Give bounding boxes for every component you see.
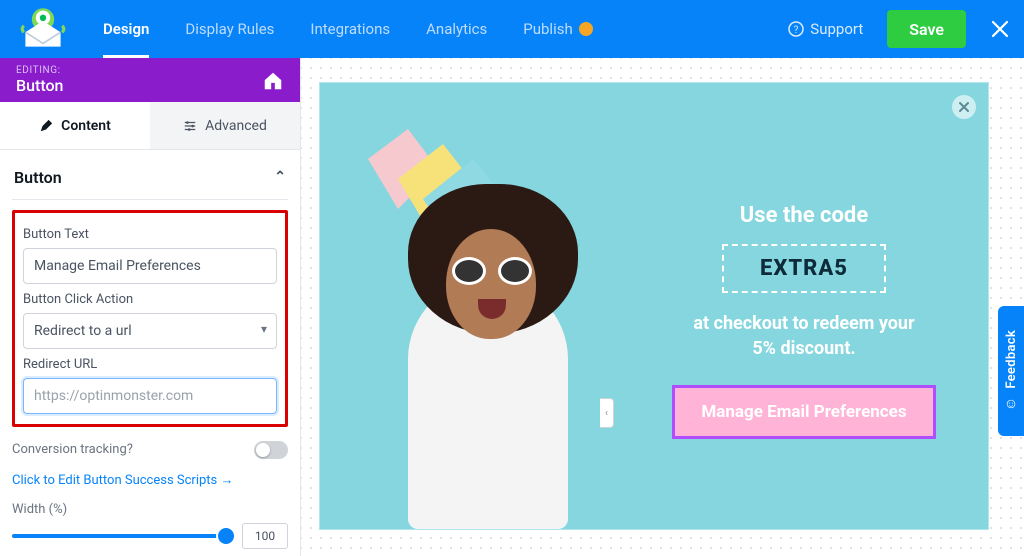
editing-title: Button (16, 76, 63, 95)
side-body: Button ⌃ Button Text Button Click Action… (0, 150, 300, 556)
close-icon (958, 101, 970, 113)
home-button[interactable] (262, 70, 284, 92)
conversion-tracking-row: Conversion tracking? (12, 441, 288, 459)
brand-logo[interactable] (0, 0, 85, 58)
width-slider[interactable] (12, 534, 232, 538)
width-slider-row (12, 523, 288, 549)
coupon-code-box[interactable]: EXTRA5 (722, 244, 886, 293)
sliders-icon (183, 119, 197, 133)
tab-design[interactable]: Design (85, 0, 167, 58)
help-circle-icon: ? (788, 21, 804, 37)
editing-small-label: EDITING: (16, 65, 63, 76)
section-button-header[interactable]: Button ⌃ (12, 164, 288, 200)
section-title-text: Button (14, 168, 62, 187)
click-action-label: Button Click Action (23, 292, 277, 307)
svg-text:?: ? (794, 25, 799, 36)
feedback-label: Feedback (1004, 330, 1019, 389)
feedback-tab[interactable]: Feedback ☺ (998, 306, 1024, 436)
campaign-preview[interactable]: Use the code EXTRA5 at checkout to redee… (319, 82, 989, 530)
campaign-subtext: at checkout to redeem your 5% discount. (644, 311, 964, 361)
close-editor-button[interactable] (976, 0, 1024, 58)
campaign-headline: Use the code (644, 203, 964, 228)
success-scripts-link[interactable]: Click to Edit Button Success Scripts → (12, 472, 233, 488)
highlighted-settings-box: Button Text Button Click Action Redirect… (12, 210, 288, 427)
top-nav: Design Display Rules Integrations Analyt… (0, 0, 1024, 58)
tab-analytics[interactable]: Analytics (408, 0, 505, 58)
campaign-sub-line2: 5% discount. (752, 338, 855, 359)
side-tabs: Content Advanced (0, 102, 300, 149)
preview-canvas[interactable]: ‹ Use the code EXTRA5 (301, 58, 1024, 556)
click-action-select[interactable] (23, 313, 277, 349)
close-icon (990, 19, 1010, 39)
tab-label: Analytics (426, 20, 487, 38)
chevron-up-icon: ⌃ (274, 169, 286, 185)
main-area: EDITING: Button Content Advanced Button … (0, 58, 1024, 556)
side-tab-content[interactable]: Content (0, 102, 150, 148)
button-text-input[interactable] (23, 248, 277, 284)
tab-publish[interactable]: Publish (505, 0, 610, 58)
pencil-icon (39, 119, 53, 133)
tab-integrations[interactable]: Integrations (292, 0, 408, 58)
side-panel: EDITING: Button Content Advanced Button … (0, 58, 301, 556)
panel-collapse-handle[interactable]: ‹ (600, 398, 614, 428)
tab-display-rules[interactable]: Display Rules (167, 0, 292, 58)
campaign-copy-column: Use the code EXTRA5 at checkout to redee… (644, 203, 964, 439)
redirect-url-label: Redirect URL (23, 357, 277, 372)
tab-label: Publish (523, 20, 572, 38)
editing-header: EDITING: Button (0, 58, 300, 102)
conversion-tracking-toggle[interactable] (254, 441, 288, 459)
side-tab-label: Content (61, 118, 111, 134)
redirect-url-input[interactable] (23, 378, 277, 414)
publish-status-dot-icon (579, 22, 593, 36)
save-button[interactable]: Save (887, 10, 966, 48)
tab-label: Integrations (310, 20, 390, 38)
support-label: Support (810, 20, 863, 38)
width-label: Width (%) (12, 502, 288, 517)
smiley-icon: ☺ (1004, 395, 1018, 412)
width-number-input[interactable] (242, 523, 288, 549)
support-link[interactable]: ? Support (774, 20, 877, 38)
side-tab-label: Advanced (205, 118, 267, 134)
optinmonster-logo-icon (19, 5, 67, 53)
campaign-cta-button[interactable]: Manage Email Preferences (672, 385, 935, 439)
campaign-sub-line1: at checkout to redeem your (693, 313, 914, 334)
nav-tabs: Design Display Rules Integrations Analyt… (85, 0, 611, 58)
tab-label: Design (103, 20, 149, 38)
conversion-tracking-label: Conversion tracking? (12, 442, 133, 457)
campaign-hero-image (328, 129, 628, 529)
side-tab-advanced[interactable]: Advanced (150, 102, 300, 148)
campaign-close-button[interactable] (952, 95, 976, 119)
tab-label: Display Rules (185, 20, 274, 38)
button-text-label: Button Text (23, 227, 277, 242)
home-icon (262, 70, 284, 92)
